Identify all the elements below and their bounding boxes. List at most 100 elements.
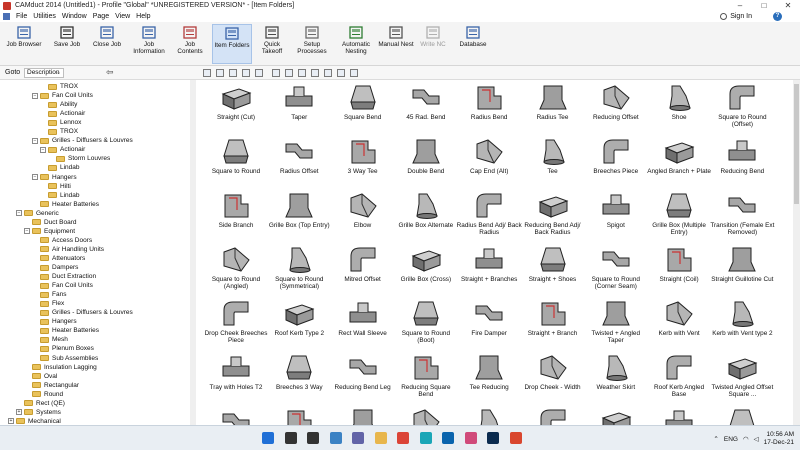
item-tile[interactable]: Taper: [266, 82, 332, 136]
collapse-icon[interactable]: −: [32, 174, 38, 180]
tree-node[interactable]: Heater Batteries: [32, 326, 99, 335]
tree-node[interactable]: Insulation Lagging: [24, 363, 97, 372]
collapse-icon[interactable]: −: [40, 146, 46, 153]
item-tile[interactable]: [330, 406, 396, 425]
small-icons-view-icon[interactable]: [285, 69, 293, 77]
item-tile[interactable]: Square to Round (Corner Seam): [583, 244, 649, 298]
search-icon[interactable]: [284, 432, 297, 444]
tree-node[interactable]: Storm Louvres: [48, 154, 110, 163]
tree-node[interactable]: Access Doors: [32, 236, 92, 245]
tree-node[interactable]: Rect (QE): [16, 399, 65, 408]
item-tile[interactable]: Square to Round (Symmetrical): [266, 244, 332, 298]
item-tile[interactable]: Straight Guillotine Cut: [709, 244, 775, 298]
tree-node[interactable]: − Grilles - Diffusers & Louvres: [32, 136, 133, 145]
item-tile[interactable]: [203, 406, 269, 425]
gallery-scrollbar[interactable]: [793, 80, 800, 425]
item-tile[interactable]: Tee: [520, 136, 586, 190]
item-tile[interactable]: Grille Box (Cross): [393, 244, 459, 298]
menu-window[interactable]: Window: [59, 13, 90, 20]
item-tile[interactable]: Reducing Square Bend: [393, 352, 459, 406]
item-tile[interactable]: Rect Wall Sleeve: [330, 298, 396, 352]
item-tile[interactable]: Roof Kerb Angled Base: [646, 352, 712, 406]
item-tile[interactable]: Cap End (Alt): [456, 136, 522, 190]
item-tile[interactable]: Kerb with Vent type 2: [709, 298, 775, 352]
item-tile[interactable]: 45 Rad. Bend: [393, 82, 459, 136]
item-tile[interactable]: Square Bend: [330, 82, 396, 136]
item-tile[interactable]: Roof Kerb Type 2: [266, 298, 332, 352]
tree-node[interactable]: Duct Extraction: [32, 272, 96, 281]
large-icons-view-icon[interactable]: [272, 69, 280, 77]
photoshop-icon[interactable]: [487, 432, 499, 444]
menu-view[interactable]: View: [112, 13, 133, 20]
item-tile[interactable]: Grille Box (Multiple Entry): [646, 190, 712, 244]
job-contents-button[interactable]: Job Contents: [172, 24, 208, 64]
tree-node[interactable]: Rectangular: [24, 381, 79, 390]
item-tile[interactable]: Drop Cheek - Width: [520, 352, 586, 406]
expand-icon[interactable]: +: [16, 409, 22, 416]
menu-file[interactable]: File: [13, 13, 30, 20]
item-tile[interactable]: Tee Reducing: [456, 352, 522, 406]
edge-icon[interactable]: [419, 432, 432, 444]
item-folders-button[interactable]: Item Folders: [212, 24, 252, 64]
item-tile[interactable]: Grille Box (Top Entry): [266, 190, 332, 244]
mail-icon[interactable]: [442, 432, 454, 444]
details-view-icon[interactable]: [311, 69, 319, 77]
tree-node[interactable]: Grilles - Diffusers & Louvres: [32, 308, 133, 317]
explorer-icon[interactable]: [374, 432, 387, 444]
goto-field-select[interactable]: Description ⌄: [24, 68, 64, 78]
item-tile[interactable]: Straight + Branch: [520, 298, 586, 352]
item-tile[interactable]: Square to Round (Angled): [203, 244, 269, 298]
item-tile[interactable]: [456, 406, 522, 425]
item-tile[interactable]: [520, 406, 586, 425]
close-window-button[interactable]: ✕: [776, 0, 800, 11]
item-tile[interactable]: Radius Bend Adj/ Back Radius: [456, 190, 522, 244]
tree-node[interactable]: − Generic: [16, 209, 59, 218]
properties-icon[interactable]: [337, 69, 345, 77]
menu-utilities[interactable]: Utilities: [30, 13, 59, 20]
item-tile[interactable]: Breeches 3 Way: [266, 352, 332, 406]
item-tile[interactable]: Radius Bend: [456, 82, 522, 136]
maximize-button[interactable]: □: [752, 0, 776, 11]
teams-icon[interactable]: [352, 432, 364, 444]
tree-node[interactable]: Lindab: [40, 191, 80, 200]
item-tile[interactable]: [266, 406, 332, 425]
item-tile[interactable]: Twisted + Angled Taper: [583, 298, 649, 352]
item-tile[interactable]: Kerb with Vent: [646, 298, 712, 352]
item-tile[interactable]: Grille Box Alternate: [393, 190, 459, 244]
cut-icon[interactable]: [229, 69, 237, 77]
item-tile[interactable]: Weather Skirt: [583, 352, 649, 406]
collapse-icon[interactable]: −: [32, 137, 38, 144]
expand-icon[interactable]: +: [8, 418, 14, 425]
list-view-icon[interactable]: [298, 69, 306, 77]
tree-node[interactable]: − Equipment: [24, 227, 75, 236]
item-tile[interactable]: Square to Round (Boot): [393, 298, 459, 352]
tree-node[interactable]: − Actionair: [40, 145, 85, 154]
item-tile[interactable]: Elbow: [330, 190, 396, 244]
go-arrow-icon[interactable]: ⇦: [106, 67, 114, 78]
tree-node[interactable]: Actionair: [40, 109, 85, 118]
item-tile[interactable]: Angled Branch + Plate: [646, 136, 712, 190]
item-tile[interactable]: [709, 406, 775, 425]
tree-node[interactable]: Hilti: [40, 182, 71, 191]
tree-node[interactable]: TROX: [40, 127, 78, 136]
menu-help[interactable]: Help: [133, 13, 153, 20]
task-view-icon[interactable]: [307, 432, 319, 444]
item-tile[interactable]: Reducing Bend Leg: [330, 352, 396, 406]
minimize-button[interactable]: –: [728, 0, 752, 11]
tree-node[interactable]: Air Handling Units: [32, 245, 104, 254]
close-job-button[interactable]: Close Job: [88, 24, 126, 64]
collapse-icon[interactable]: −: [16, 210, 22, 217]
item-tile[interactable]: Straight (Cut): [203, 82, 269, 136]
tree-node[interactable]: Ability: [40, 100, 77, 109]
item-tile[interactable]: Tray with Holes T2: [203, 352, 269, 406]
item-tile[interactable]: Side Branch: [203, 190, 269, 244]
item-tile[interactable]: Double Bend: [393, 136, 459, 190]
tree-node[interactable]: Attenuators: [32, 254, 85, 263]
menu-page[interactable]: Page: [90, 13, 112, 20]
tree-node[interactable]: Flex: [32, 299, 64, 308]
item-tile[interactable]: Reducing Bend: [709, 136, 775, 190]
sign-in-button[interactable]: Sign In: [720, 11, 752, 22]
tree-node[interactable]: − Hangers: [32, 173, 77, 182]
tree-node[interactable]: TROX: [40, 82, 78, 91]
chevron-up-icon[interactable]: ⌃: [713, 435, 718, 443]
